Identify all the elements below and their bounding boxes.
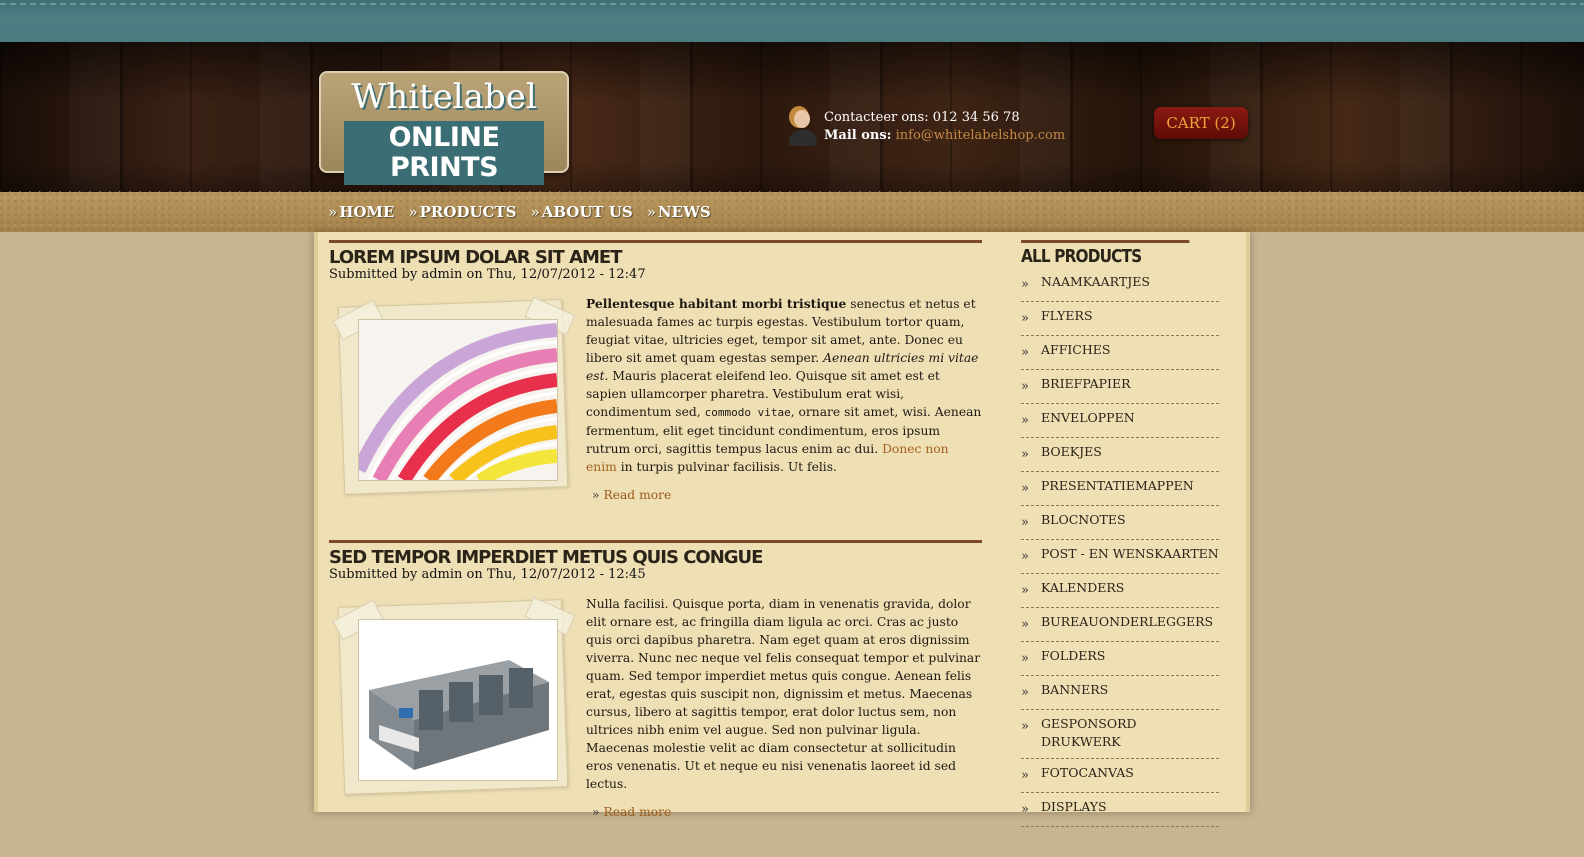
mail-link[interactable]: info@whitelabelshop.com [896,128,1066,143]
article-title[interactable]: SED TEMPOR IMPERDIET METUS QUIS CONGUE [329,547,763,568]
bullet-icon: » [1021,413,1029,428]
sidebar-item-label: KALENDERS [1041,580,1125,595]
bullet-icon: » [1021,447,1029,462]
bullet-icon: » [1021,651,1029,666]
bullet-icon: » [1021,802,1029,817]
sidebar-item[interactable]: » BRIEFPAPIER [1021,370,1219,404]
site-logo[interactable]: Whitelabel ONLINE PRINTS [319,71,569,185]
article-photo [329,595,576,795]
phone-number: 012 34 56 78 [932,110,1020,125]
sidebar-item[interactable]: » POST - EN WENSKAARTEN [1021,540,1219,574]
bullet-icon: » [1021,768,1029,783]
sidebar-item-label: PRESENTATIEMAPPEN [1041,478,1194,493]
logo-line2: ONLINE PRINTS [344,121,544,185]
sidebar-item-label: DISPLAYS [1041,799,1107,814]
article-meta: Submitted by admin on Thu, 12/07/2012 - … [329,267,646,282]
nav-bar [0,192,1584,232]
nav-products[interactable]: » PRODUCTS [408,203,516,221]
sidebar-item-label: FOLDERS [1041,648,1106,663]
sidebar-item[interactable]: » FOLDERS [1021,642,1219,676]
sidebar-item[interactable]: » GESPONSORD DRUKWERK [1021,710,1219,759]
article-text: Pellentesque habitant morbi tristique se… [586,296,982,502]
sidebar-item[interactable]: » ENVELOPPEN [1021,404,1219,438]
sidebar-item-label: BLOCNOTES [1041,512,1126,527]
read-more-link[interactable]: Read more [603,488,671,502]
bullet-icon: » [1021,277,1029,292]
logo-line1: Whitelabel [351,77,537,117]
bullet-icon: » [1021,549,1029,564]
color-swatch-image [358,319,558,481]
bullet-icon: » [1021,617,1029,632]
support-avatar-icon [788,108,818,146]
article: SED TEMPOR IMPERDIET METUS QUIS CONGUE S… [329,540,982,821]
bullet-icon: » [1021,345,1029,360]
bullet-icon: » [1021,685,1029,700]
sidebar-item[interactable]: » BUREAUONDERLEGGERS [1021,608,1219,642]
sidebar-item[interactable]: » FOTOCANVAS [1021,759,1219,793]
article-list: LOREM IPSUM DOLAR SIT AMET Submitted by … [329,240,982,857]
sidebar-item-label: BUREAUONDERLEGGERS [1041,614,1214,629]
bullet-icon: » [1021,481,1029,496]
sidebar: ALL PRODUCTS » NAAMKAARTJES » FLYERS » AFFICH… [1021,240,1219,827]
bullet-icon: » [1021,719,1029,734]
sidebar-item-label: FLYERS [1041,308,1093,323]
sidebar-item[interactable]: » AFFICHES [1021,336,1219,370]
sidebar-item-label: GESPONSORD DRUKWERK [1041,716,1137,749]
sidebar-item-label: BANNERS [1041,682,1109,697]
product-category-list: » NAAMKAARTJES » FLYERS » AFFICHES » BRIEFPAPIE… [1021,268,1219,827]
cart-button[interactable]: CART (2) [1154,107,1248,139]
read-more-link[interactable]: Read more [603,805,671,819]
sidebar-item[interactable]: » BLOCNOTES [1021,506,1219,540]
sidebar-title: ALL PRODUCTS [1021,240,1190,268]
sidebar-item-label: NAAMKAARTJES [1041,274,1150,289]
phone-label: Contacteer ons: [824,110,929,125]
mail-label: Mail ons: [824,128,892,143]
sidebar-item[interactable]: » BOEKJES [1021,438,1219,472]
sidebar-item-label: BRIEFPAPIER [1041,376,1131,391]
main-nav: » HOME » PRODUCTS » ABOUT US » NEWS [328,203,711,221]
sidebar-item-label: FOTOCANVAS [1041,765,1134,780]
contact-box: Contacteer ons: 012 34 56 78 Mail ons: i… [788,108,1065,146]
sidebar-item-label: POST - EN WENSKAARTEN [1041,546,1219,561]
sidebar-item[interactable]: » NAAMKAARTJES [1021,268,1219,302]
bullet-icon: » [1021,515,1029,530]
sidebar-item[interactable]: » PRESENTATIEMAPPEN [1021,472,1219,506]
sidebar-item-label: AFFICHES [1041,342,1111,357]
sidebar-item-label: ENVELOPPEN [1041,410,1135,425]
sidebar-item[interactable]: » KALENDERS [1021,574,1219,608]
article-meta: Submitted by admin on Thu, 12/07/2012 - … [329,567,646,582]
printing-press-image [358,619,558,781]
sidebar-item[interactable]: » DISPLAYS [1021,793,1219,827]
article: LOREM IPSUM DOLAR SIT AMET Submitted by … [329,240,982,504]
bullet-icon: » [1021,311,1029,326]
bullet-icon: » [1021,379,1029,394]
sidebar-item[interactable]: » BANNERS [1021,676,1219,710]
nav-news[interactable]: » NEWS [647,203,711,221]
bullet-icon: » [1021,583,1029,598]
nav-home[interactable]: » HOME [328,203,394,221]
article-photo [329,295,576,495]
article-title[interactable]: LOREM IPSUM DOLAR SIT AMET [329,247,623,268]
sidebar-item-label: BOEKJES [1041,444,1102,459]
sidebar-item[interactable]: » FLYERS [1021,302,1219,336]
nav-about-us[interactable]: » ABOUT US [531,203,633,221]
article-text: Nulla facilisi. Quisque porta, diam in v… [586,597,981,819]
